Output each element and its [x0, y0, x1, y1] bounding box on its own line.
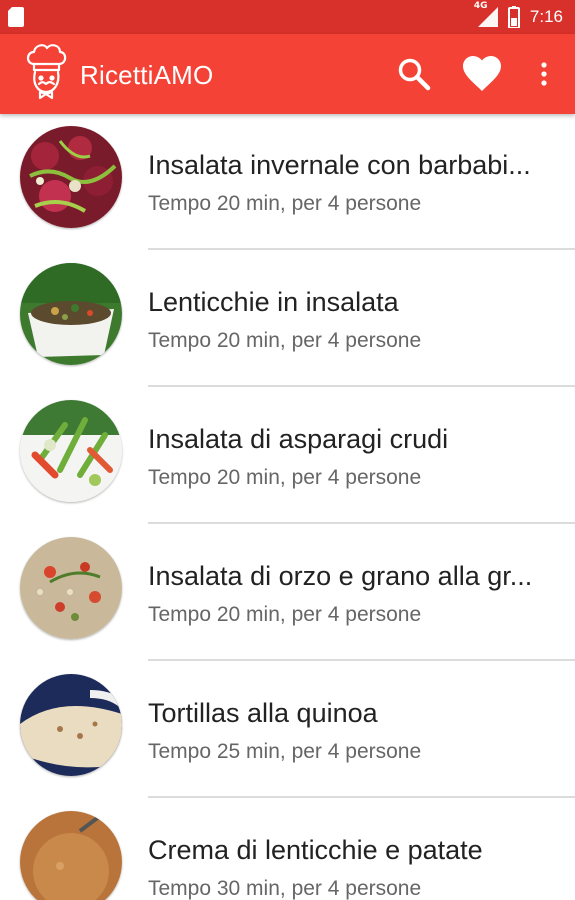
recipe-list: Insalata invernale con barbabi... Tempo … — [0, 114, 575, 900]
list-item[interactable]: Insalata di orzo e grano alla gr... Temp… — [0, 525, 575, 662]
search-button[interactable] — [394, 54, 434, 94]
list-item[interactable]: Tortillas alla quinoa Tempo 25 min, per … — [0, 662, 575, 799]
status-bar: 4G 7:16 — [0, 0, 575, 34]
status-indicators: 4G 7:16 — [474, 0, 563, 34]
recipe-name: Tortillas alla quinoa — [148, 698, 378, 728]
recipe-name: Insalata di orzo e grano alla gr... — [148, 561, 533, 591]
favorites-button[interactable] — [462, 54, 502, 94]
recipe-thumbnail — [20, 674, 122, 776]
app-bar: RicettiAMO — [0, 34, 575, 114]
divider — [148, 248, 575, 250]
recipe-meta: Tempo 20 min, per 4 persone — [148, 466, 422, 489]
divider — [148, 385, 575, 387]
divider — [148, 796, 575, 798]
list-item[interactable]: Crema di lenticchie e patate Tempo 30 mi… — [0, 799, 575, 900]
divider — [148, 522, 575, 524]
sd-card-icon — [8, 7, 24, 27]
recipe-name: Crema di lenticchie e patate — [148, 835, 483, 865]
recipe-thumbnail — [20, 811, 122, 900]
network-signal-icon: 4G — [474, 1, 498, 27]
recipe-meta: Tempo 20 min, per 4 persone — [148, 603, 422, 626]
list-item[interactable]: Insalata invernale con barbabi... Tempo … — [0, 114, 575, 251]
network-type-label: 4G — [473, 1, 488, 11]
battery-icon — [507, 6, 520, 28]
list-item[interactable]: Lenticchie in insalata Tempo 20 min, per… — [0, 251, 575, 388]
recipe-thumbnail — [20, 126, 122, 228]
list-item[interactable]: Insalata di asparagi crudi Tempo 20 min,… — [0, 388, 575, 525]
overflow-menu-button[interactable] — [524, 54, 564, 94]
app-title: RicettiAMO — [80, 60, 214, 90]
recipe-name: Insalata di asparagi crudi — [148, 424, 449, 454]
recipe-name: Lenticchie in insalata — [148, 287, 399, 317]
recipe-thumbnail — [20, 400, 122, 502]
more-vert-icon — [541, 62, 547, 86]
divider — [148, 659, 575, 661]
recipe-meta: Tempo 20 min, per 4 persone — [148, 192, 422, 215]
recipe-name: Insalata invernale con barbabi... — [148, 150, 531, 180]
clock: 7:16 — [529, 7, 563, 26]
recipe-thumbnail — [20, 263, 122, 365]
chef-logo-icon — [26, 44, 67, 100]
recipe-meta: Tempo 30 min, per 4 persone — [148, 877, 422, 900]
recipe-thumbnail — [20, 537, 122, 639]
search-icon — [398, 58, 431, 91]
recipe-meta: Tempo 20 min, per 4 persone — [148, 329, 422, 352]
recipe-meta: Tempo 25 min, per 4 persone — [148, 740, 422, 763]
heart-icon — [463, 56, 501, 91]
